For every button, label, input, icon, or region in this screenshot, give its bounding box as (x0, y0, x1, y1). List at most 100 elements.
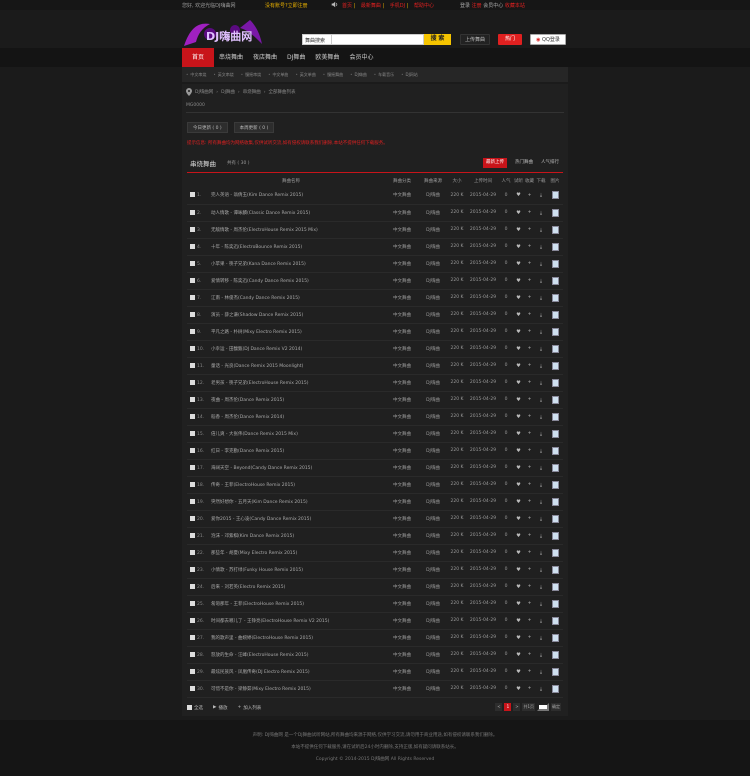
nav-medley[interactable]: 串烧舞曲 (214, 48, 248, 67)
heart-icon[interactable]: ♥ (516, 618, 520, 624)
row-checkbox[interactable] (189, 294, 195, 300)
row-checkbox[interactable] (189, 600, 195, 606)
download-icon[interactable]: ⤓ (540, 415, 542, 420)
song-link[interactable]: 我的歌声里 - 曲婉婷(ElectroHouse Remix 2015) (211, 636, 313, 641)
song-link[interactable]: 泡沫 - 邓紫棋(Kim Dance Remix 2015) (211, 534, 294, 539)
download-icon[interactable]: ⤓ (540, 619, 542, 624)
row-checkbox[interactable] (189, 362, 195, 368)
thumbnail-icon[interactable] (551, 361, 559, 370)
heart-icon[interactable]: ♥ (516, 550, 520, 556)
download-icon[interactable]: ⤓ (540, 347, 542, 352)
download-icon[interactable]: ⤓ (540, 211, 542, 216)
plus-icon[interactable]: + (528, 482, 532, 487)
top-link-new[interactable]: 最新舞曲 (361, 3, 381, 9)
nav-club[interactable]: 夜店舞曲 (248, 48, 282, 67)
site-logo[interactable]: DJ嗨曲网 (180, 16, 265, 48)
plus-icon[interactable]: + (528, 261, 532, 266)
download-icon[interactable]: ⤓ (540, 670, 542, 675)
thumbnail-icon[interactable] (551, 259, 559, 268)
subnav-item[interactable]: DJ嗨曲 (350, 72, 367, 78)
song-link[interactable]: 小幸运 - 田馥甄(DJ Dance Remix V2 2014) (211, 347, 302, 352)
thumbnail-icon[interactable] (551, 293, 559, 302)
row-checkbox[interactable] (189, 226, 195, 232)
download-icon[interactable]: ⤓ (540, 296, 542, 301)
row-checkbox[interactable] (189, 481, 195, 487)
song-link[interactable]: 最炫民族风 - 凤凰传奇(DJ Electro Remix 2015) (211, 670, 310, 675)
heart-icon[interactable]: ♥ (516, 346, 520, 352)
member-center-link[interactable]: 会员中心 (483, 3, 503, 9)
bookmark-link[interactable]: 收藏本站 (505, 3, 525, 9)
row-checkbox[interactable] (189, 192, 195, 198)
plus-icon[interactable]: + (528, 380, 532, 385)
thumbnail-icon[interactable] (551, 395, 559, 404)
thumbnail-icon[interactable] (551, 225, 559, 234)
breadcrumb-home[interactable]: DJ嗨曲网 (195, 89, 213, 95)
download-icon[interactable]: ⤓ (540, 585, 542, 590)
heart-icon[interactable]: ♥ (516, 329, 520, 335)
download-icon[interactable]: ⤓ (540, 330, 542, 335)
register-top-link[interactable]: 注册 (472, 3, 482, 9)
row-checkbox[interactable] (189, 328, 195, 334)
thumbnail-icon[interactable] (551, 582, 559, 591)
subnav-item[interactable]: 中文单曲 (268, 72, 288, 78)
heart-icon[interactable]: ♥ (516, 516, 520, 522)
heart-icon[interactable]: ♥ (516, 380, 520, 386)
song-link[interactable]: 倍儿爽 - 大张伟(Dance Remix 2015 Mix) (211, 432, 298, 437)
subnav-item[interactable]: 慢摇串烧 (241, 72, 261, 78)
download-icon[interactable]: ⤓ (540, 653, 542, 658)
row-checkbox[interactable] (189, 515, 195, 521)
download-icon[interactable]: ⤓ (540, 500, 542, 505)
row-checkbox[interactable] (189, 617, 195, 623)
song-link[interactable]: 匆匆那年 - 王菲(ElectroHouse Remix 2015) (211, 602, 304, 607)
plus-icon[interactable]: + (528, 618, 532, 623)
plus-icon[interactable]: + (528, 465, 532, 470)
row-checkbox[interactable] (189, 464, 195, 470)
download-icon[interactable]: ⤓ (540, 483, 542, 488)
plus-icon[interactable]: + (528, 686, 532, 691)
subnav-item[interactable]: 英文串烧 (213, 72, 234, 78)
heart-icon[interactable]: ♥ (516, 244, 520, 250)
plus-icon[interactable]: + (528, 397, 532, 402)
song-link[interactable]: 时间都去哪儿了 - 王铮亮(ElectroHouse Remix V2 2015… (211, 619, 329, 624)
download-icon[interactable]: ⤓ (540, 228, 542, 233)
search-button[interactable]: 搜 索 (424, 34, 451, 45)
upload-button[interactable]: 上传舞曲 (460, 34, 490, 45)
sort-newest[interactable]: 最新上传 (483, 158, 507, 168)
search-type-select[interactable]: 舞曲搜索 (302, 34, 332, 45)
download-icon[interactable]: ⤓ (540, 534, 542, 539)
plus-icon[interactable]: + (528, 312, 532, 317)
thumbnail-icon[interactable] (551, 548, 559, 557)
pager-prev[interactable]: < (495, 703, 503, 711)
download-icon[interactable]: ⤓ (540, 364, 542, 369)
plus-icon[interactable]: + (528, 329, 532, 334)
download-icon[interactable]: ⤓ (540, 466, 542, 471)
song-link[interactable]: 完人英语 - 翁倩玉(Kim Dance Remix 2015) (211, 193, 303, 198)
download-icon[interactable]: ⤓ (540, 193, 542, 198)
thumbnail-icon[interactable] (551, 310, 559, 319)
sort-hot[interactable]: 热门舞曲 (512, 158, 536, 168)
thumbnail-icon[interactable] (551, 429, 559, 438)
row-checkbox[interactable] (189, 277, 195, 283)
download-icon[interactable]: ⤓ (540, 602, 542, 607)
row-checkbox[interactable] (189, 634, 195, 640)
download-icon[interactable]: ⤓ (540, 551, 542, 556)
song-link[interactable]: 后来 - 刘若英(Electro Remix 2015) (211, 585, 285, 590)
heart-icon[interactable]: ♥ (516, 210, 520, 216)
row-checkbox[interactable] (189, 566, 195, 572)
plus-icon[interactable]: + (528, 244, 532, 249)
heart-icon[interactable]: ♥ (516, 261, 520, 267)
heart-icon[interactable]: ♥ (516, 192, 520, 198)
thumbnail-icon[interactable] (551, 463, 559, 472)
qq-login-button[interactable]: ◉ QQ登录 (530, 34, 566, 45)
sort-popular[interactable]: 人气排行 (538, 158, 562, 168)
song-link[interactable]: 爱情转移 - 陈奕迅(Candy Dance Remix 2015) (211, 279, 309, 284)
row-checkbox[interactable] (189, 430, 195, 436)
subnav-item[interactable]: DJ网站 (401, 72, 418, 78)
download-icon[interactable]: ⤓ (540, 245, 542, 250)
plus-icon[interactable]: + (528, 210, 532, 215)
row-checkbox[interactable] (189, 583, 195, 589)
heart-icon[interactable]: ♥ (516, 567, 520, 573)
heart-icon[interactable]: ♥ (516, 448, 520, 454)
thumbnail-icon[interactable] (551, 327, 559, 336)
thumbnail-icon[interactable] (551, 514, 559, 523)
